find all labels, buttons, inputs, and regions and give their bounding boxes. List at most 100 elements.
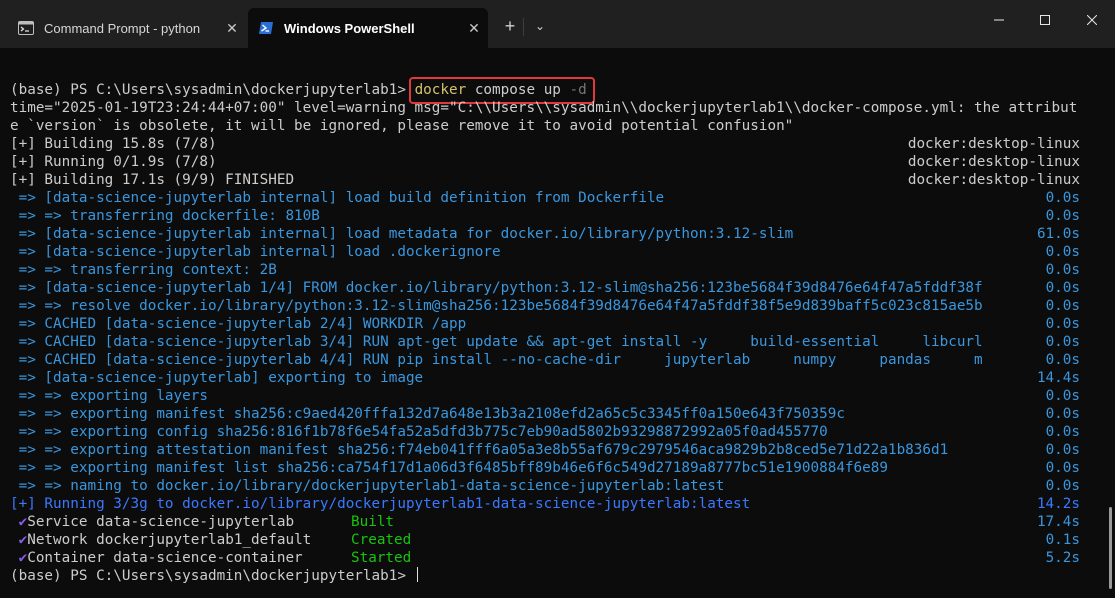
build-step-line-text: => [data-science-jupyterlab internal] lo… — [10, 190, 665, 206]
new-tab-button[interactable]: + — [496, 14, 524, 38]
maximize-button[interactable] — [1022, 0, 1068, 40]
build-step-line: => => transferring context: 2B 0.0s — [10, 261, 1085, 279]
check-icon: ✔ — [18, 550, 28, 566]
build-status-line-value: docker:desktop-linux — [907, 154, 1080, 170]
build-step-line-value: 0.0s — [1045, 460, 1080, 476]
build-step-line-text: => [data-science-jupyterlab internal] lo… — [10, 226, 794, 242]
build-step-line-value: 0.0s — [1045, 280, 1080, 296]
build-step-line-value: 61.0s — [1036, 226, 1080, 242]
resource-name: data-science-container — [113, 550, 303, 566]
build-step-line-value: 0.0s — [1045, 442, 1080, 458]
resource-state: Built — [351, 514, 395, 530]
service-status-line: ✔Service data-science-jupyterlab Built 17.… — [10, 513, 1085, 531]
build-step-line-text: => [data-science-jupyterlab internal] lo… — [10, 244, 501, 260]
service-status-text: ✔Service data-science-jupyterlab — [10, 513, 294, 531]
build-step-line-value: 0.0s — [1045, 190, 1080, 206]
resource-state: Started — [351, 550, 412, 566]
minimize-button[interactable] — [976, 0, 1022, 40]
build-step-line-text: => => resolve docker.io/library/python:3… — [10, 298, 983, 314]
build-step-line-text: => => transferring context: 2B — [10, 262, 277, 278]
build-step-line-text: => [data-science-jupyterlab 1/4] FROM do… — [10, 280, 983, 296]
build-step-line-text: => CACHED [data-science-jupyterlab 2/4] … — [10, 316, 467, 332]
build-status-line: [+] Building 15.8s (7/8) docker:desktop-l… — [10, 135, 1085, 153]
build-step-line: => => exporting config sha256:816f1b78f6… — [10, 423, 1085, 441]
service-status-text: ✔Network dockerjupyterlab1_default — [10, 531, 312, 549]
highlighted-command: docker compose up -d — [408, 77, 595, 104]
powershell-icon — [258, 21, 274, 35]
build-step-line: => [data-science-jupyterlab internal] lo… — [10, 189, 1085, 207]
build-step-line-value: 0.0s — [1045, 298, 1080, 314]
minimize-icon — [994, 19, 1004, 21]
build-step-line-text: => [data-science-jupyterlab] exporting t… — [10, 370, 424, 386]
resource-kind: Container — [27, 550, 105, 566]
close-icon[interactable]: ✕ — [460, 20, 488, 37]
build-status-line-text: [+] Building 15.8s (7/8) — [10, 136, 217, 152]
build-step-line-text: => => exporting attestation manifest sha… — [10, 442, 949, 458]
build-step-line-text: => => exporting manifest sha256:c9aed420… — [10, 406, 845, 422]
build-step-line-text: => => transferring dockerfile: 810B — [10, 208, 320, 224]
build-step-line-value: 0.0s — [1045, 316, 1080, 332]
build-step-line-text: => CACHED [data-science-jupyterlab 3/4] … — [10, 334, 983, 350]
build-step-line-value: 0.0s — [1045, 208, 1080, 224]
tab-title: Command Prompt - python — [44, 20, 201, 36]
terminal-window: Command Prompt - python ✕ Windows PowerS… — [0, 0, 1115, 598]
check-icon: ✔ — [18, 532, 28, 548]
build-step-line: => [data-science-jupyterlab internal] lo… — [10, 225, 1085, 243]
resource-time: 0.1s — [1045, 532, 1080, 548]
build-step-line-value: 0.0s — [1045, 388, 1080, 404]
build-status-line-value: docker:desktop-linux — [907, 172, 1080, 188]
final-prompt-line: (base) PS C:\Users\sysadmin\dockerjupyte… — [10, 567, 1085, 585]
build-step-line: => [data-science-jupyterlab 1/4] FROM do… — [10, 279, 1085, 297]
resource-state: Created — [351, 532, 412, 548]
build-step-line-value: 0.0s — [1045, 244, 1080, 260]
build-step-line: => => resolve docker.io/library/python:3… — [10, 297, 1085, 315]
build-step-line: => CACHED [data-science-jupyterlab 4/4] … — [10, 351, 1085, 369]
close-icon — [1087, 15, 1097, 25]
running-line: [+] Running 3/3g to docker.io/library/do… — [10, 495, 1085, 513]
prompt: (base) PS C:\Users\sysadmin\dockerjupyte… — [10, 568, 406, 584]
build-step-line: => => transferring dockerfile: 810B 0.0s — [10, 207, 1085, 225]
command-flag: -d — [569, 82, 587, 98]
warning-line: time="2025-01-19T23:24:44+07:00" level=w… — [10, 100, 1078, 134]
build-step-line-value: 0.0s — [1045, 478, 1080, 494]
check-icon: ✔ — [18, 514, 28, 530]
build-status-line-text: [+] Building 17.1s (9/9) FINISHED — [10, 172, 295, 188]
build-step-line: => => exporting attestation manifest sha… — [10, 441, 1085, 459]
build-step-line-value: 0.0s — [1045, 334, 1080, 350]
divider — [523, 18, 524, 36]
build-status-line-text: [+] Running 0/1.9s (7/8) — [10, 154, 217, 170]
build-step-line: => => exporting manifest list sha256:ca7… — [10, 459, 1085, 477]
build-step-line: => CACHED [data-science-jupyterlab 3/4] … — [10, 333, 1085, 351]
terminal-output[interactable]: (base) PS C:\Users\sysadmin\dockerjupyte… — [0, 48, 1106, 598]
prompt-line: (base) PS C:\Users\sysadmin\dockerjupyte… — [10, 77, 1085, 104]
scrollbar-thumb[interactable] — [1109, 507, 1112, 589]
resource-name: data-science-jupyterlab — [96, 514, 295, 530]
maximize-icon — [1040, 15, 1050, 25]
service-status-line: ✔Network dockerjupyterlab1_default Create… — [10, 531, 1085, 549]
build-step-line-text: => => exporting manifest list sha256:ca7… — [10, 460, 888, 476]
resource-time: 17.4s — [1036, 514, 1080, 530]
build-step-line-value: 0.0s — [1045, 262, 1080, 278]
chevron-down-icon[interactable]: ⌄ — [526, 14, 554, 38]
text-cursor — [416, 567, 418, 582]
tab-command-prompt[interactable]: Command Prompt - python ✕ — [8, 8, 246, 48]
build-step-line: => => exporting layers 0.0s — [10, 387, 1085, 405]
close-window-button[interactable] — [1069, 0, 1115, 40]
resource-time: 5.2s — [1045, 550, 1080, 566]
build-step-line: => => naming to docker.io/library/docker… — [10, 477, 1085, 495]
build-step-line: => => exporting manifest sha256:c9aed420… — [10, 405, 1085, 423]
title-bar: Command Prompt - python ✕ Windows PowerS… — [0, 0, 1115, 48]
build-step-line-text: => => naming to docker.io/library/docker… — [10, 478, 725, 494]
scrollbar[interactable] — [1106, 48, 1115, 598]
tab-windows-powershell[interactable]: Windows PowerShell ✕ — [248, 8, 488, 48]
close-icon[interactable]: ✕ — [218, 20, 246, 37]
build-step-line-text: => => exporting layers — [10, 388, 208, 404]
resource-kind: Network — [27, 532, 88, 548]
build-step-line-value: 0.0s — [1045, 424, 1080, 440]
build-step-line-text: => CACHED [data-science-jupyterlab 4/4] … — [10, 352, 983, 368]
build-step-line: => [data-science-jupyterlab] exporting t… — [10, 369, 1085, 387]
tab-title: Windows PowerShell — [284, 20, 415, 36]
build-status-line-value: docker:desktop-linux — [907, 136, 1080, 152]
resource-name: dockerjupyterlab1_default — [96, 532, 312, 548]
running-text: [+] Running 3/3g to docker.io/library/do… — [10, 496, 751, 512]
